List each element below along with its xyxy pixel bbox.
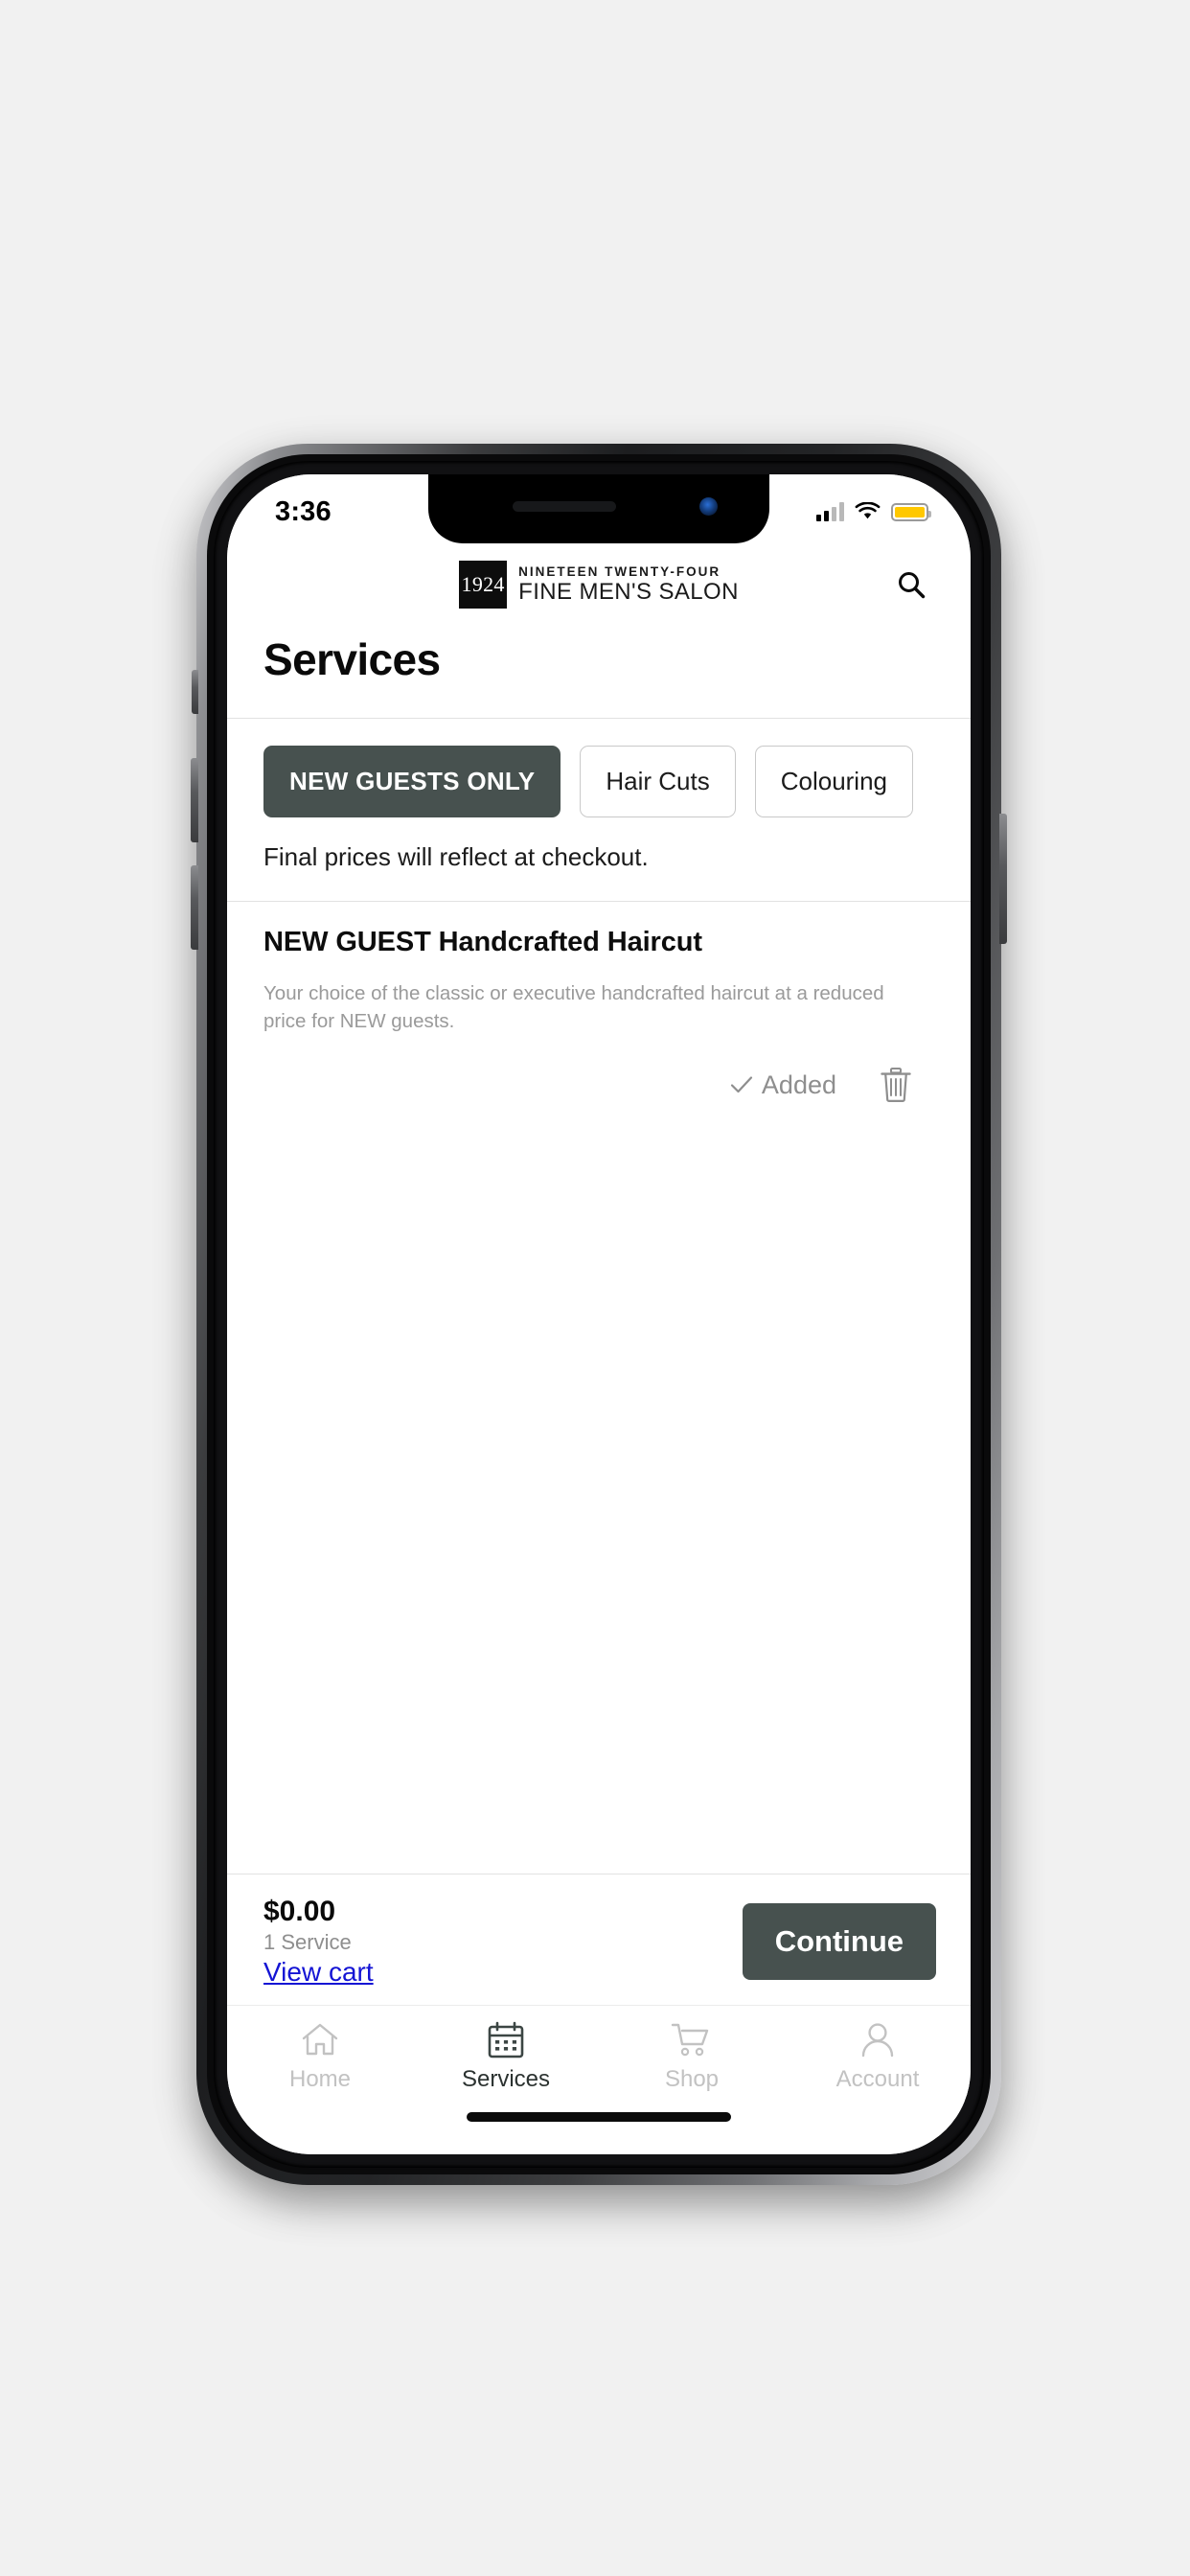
wifi-icon [855, 502, 881, 519]
list-item[interactable]: NEW GUEST Handcrafted Haircut Your choic… [227, 902, 971, 1123]
logo-wordmark: NINETEEN TWENTY-FOUR FINE MEN'S SALON [518, 564, 739, 606]
page-root: 3:36 1924 NINETEEN TWENTY-FOUR FINE MEN'… [0, 0, 1190, 2576]
logo-mark: 1924 [459, 561, 508, 609]
chip-hair-cuts[interactable]: Hair Cuts [580, 746, 736, 817]
cart-icon [671, 2023, 709, 2057]
home-indicator[interactable] [467, 2112, 731, 2122]
page-title: Services [263, 634, 441, 684]
search-button[interactable] [890, 564, 932, 606]
tab-shop[interactable]: Shop [599, 2021, 785, 2093]
earpiece-speaker [513, 501, 616, 512]
tab-account-label: Account [835, 2066, 920, 2092]
search-icon [899, 572, 926, 599]
service-actions: Added [263, 1035, 934, 1104]
added-label: Added [761, 1070, 836, 1099]
check-icon [730, 1076, 753, 1093]
tab-services[interactable]: Services [413, 2021, 599, 2093]
added-status[interactable]: Added [729, 1070, 836, 1100]
volume-down-button[interactable] [191, 865, 198, 950]
service-description: Your choice of the classic or executive … [263, 982, 884, 1033]
price-note: Final prices will reflect at checkout. [227, 817, 971, 902]
notch [428, 474, 769, 543]
continue-button[interactable]: Continue [742, 1903, 936, 1980]
tab-home-label: Home [288, 2066, 352, 2092]
logo-mark-text: 1924 [461, 572, 505, 596]
cellular-signal-icon [816, 502, 844, 521]
tab-shop-label: Shop [664, 2066, 720, 2092]
silent-switch[interactable] [192, 670, 198, 714]
person-icon [861, 2023, 894, 2058]
cart-bar: $0.00 1 Service View cart Continue [227, 1874, 971, 2005]
view-cart-link[interactable]: View cart [263, 1957, 374, 1988]
phone-screen: 3:36 1924 NINETEEN TWENTY-FOUR FINE MEN'… [227, 474, 971, 2154]
category-chips[interactable]: NEW GUESTS ONLY Hair Cuts Colouring [227, 719, 971, 817]
app-header: 1924 NINETEEN TWENTY-FOUR FINE MEN'S SAL… [227, 543, 971, 626]
service-name: NEW GUEST Handcrafted Haircut [263, 927, 702, 957]
tab-account[interactable]: Account [785, 2021, 971, 2093]
tab-services-label: Services [461, 2066, 551, 2092]
chip-colouring[interactable]: Colouring [754, 746, 914, 817]
page-title-section: Services [227, 626, 971, 719]
calendar-icon [488, 2021, 524, 2058]
service-list: NEW GUEST Handcrafted Haircut Your choic… [227, 902, 971, 1874]
home-indicator-area [227, 2099, 971, 2154]
tab-home[interactable]: Home [227, 2021, 413, 2093]
front-camera [699, 497, 718, 516]
volume-up-button[interactable] [191, 758, 198, 842]
bottom-tab-bar: Home Services Shop Account [227, 2005, 971, 2099]
brand-logo: 1924 NINETEEN TWENTY-FOUR FINE MEN'S SAL… [459, 561, 739, 609]
cart-item-count: 1 Service [263, 1930, 352, 1954]
cart-total: $0.00 [263, 1896, 336, 1927]
chip-new-guests-only[interactable]: NEW GUESTS ONLY [263, 746, 561, 817]
phone-midframe: 3:36 1924 NINETEEN TWENTY-FOUR FINE MEN'… [207, 454, 991, 2174]
remove-service-button[interactable] [879, 1066, 913, 1104]
status-indicators [816, 502, 931, 521]
home-icon [302, 2023, 338, 2056]
status-time: 3:36 [275, 495, 332, 527]
logo-line-1: NINETEEN TWENTY-FOUR [518, 564, 721, 579]
phone-bezel: 3:36 1924 NINETEEN TWENTY-FOUR FINE MEN'… [214, 461, 984, 2168]
battery-icon [891, 502, 931, 521]
trash-icon [881, 1068, 911, 1103]
cart-summary: $0.00 1 Service View cart [263, 1896, 374, 1988]
logo-line-2: FINE MEN'S SALON [518, 579, 739, 606]
phone-frame: 3:36 1924 NINETEEN TWENTY-FOUR FINE MEN'… [191, 444, 1007, 2185]
power-button[interactable] [999, 814, 1007, 944]
